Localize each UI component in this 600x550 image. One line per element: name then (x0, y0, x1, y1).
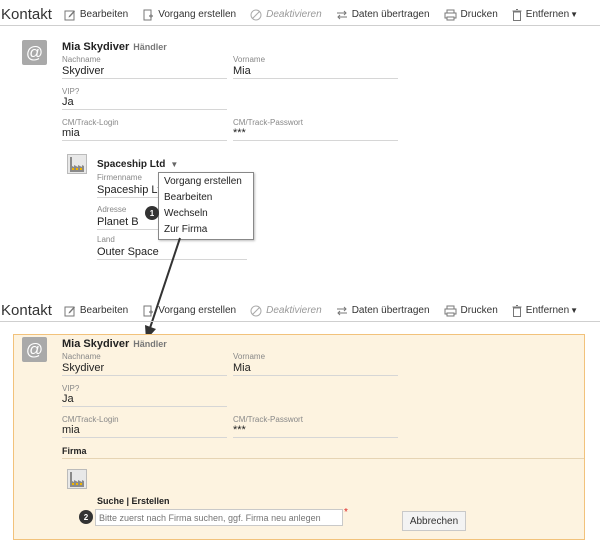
printer-icon (444, 305, 457, 316)
role-badge: Händler (133, 339, 167, 349)
callout-badge-2: 2 (79, 510, 93, 524)
avatar-icon: @ (22, 337, 47, 362)
deactivate-icon (250, 305, 262, 316)
chevron-down-icon[interactable]: ▼ (570, 306, 578, 315)
trash-icon (512, 304, 522, 317)
lastname-label: Nachname (62, 352, 101, 361)
deactivate-button-bottom[interactable]: Deaktivieren (250, 305, 322, 317)
page-title-bottom: Kontakt (1, 302, 52, 319)
vip-label: VIP? (62, 384, 80, 393)
cancel-button[interactable]: Abbrechen (402, 511, 466, 531)
edit-icon (64, 306, 75, 316)
section-divider (62, 458, 584, 459)
company-search-input[interactable] (95, 509, 343, 526)
new-document-icon (143, 305, 154, 316)
login-label: CM/Track-Login (62, 415, 119, 424)
factory-icon (67, 469, 87, 489)
transfer-icon (336, 306, 347, 315)
create-process-button-bottom[interactable]: Vorgang erstellen (142, 305, 236, 317)
vip-value: Ja (62, 393, 227, 407)
search-create-label: Suche | Erstellen (97, 496, 170, 506)
login-value: mia (62, 424, 227, 438)
transfer-data-button-bottom[interactable]: Daten übertragen (336, 305, 430, 317)
contact-name-bottom: Mia Skydiver Händler (62, 338, 167, 350)
firstname-value: Mia (233, 362, 398, 376)
remove-button-bottom[interactable]: Entfernen ▼ (512, 304, 578, 317)
print-button-bottom[interactable]: Drucken (444, 305, 498, 317)
firstname-label: Vorname (233, 352, 266, 361)
lastname-value: Skydiver (62, 362, 227, 376)
edit-button-bottom[interactable]: Bearbeiten (64, 305, 128, 317)
firma-section-title: Firma (62, 446, 87, 456)
toolbar-bottom: Kontakt Bearbeiten Vorgang erstellen Dea… (0, 300, 600, 322)
password-value: *** (233, 424, 398, 438)
required-marker: * (344, 507, 348, 518)
password-label: CM/Track-Passwort (233, 415, 303, 424)
